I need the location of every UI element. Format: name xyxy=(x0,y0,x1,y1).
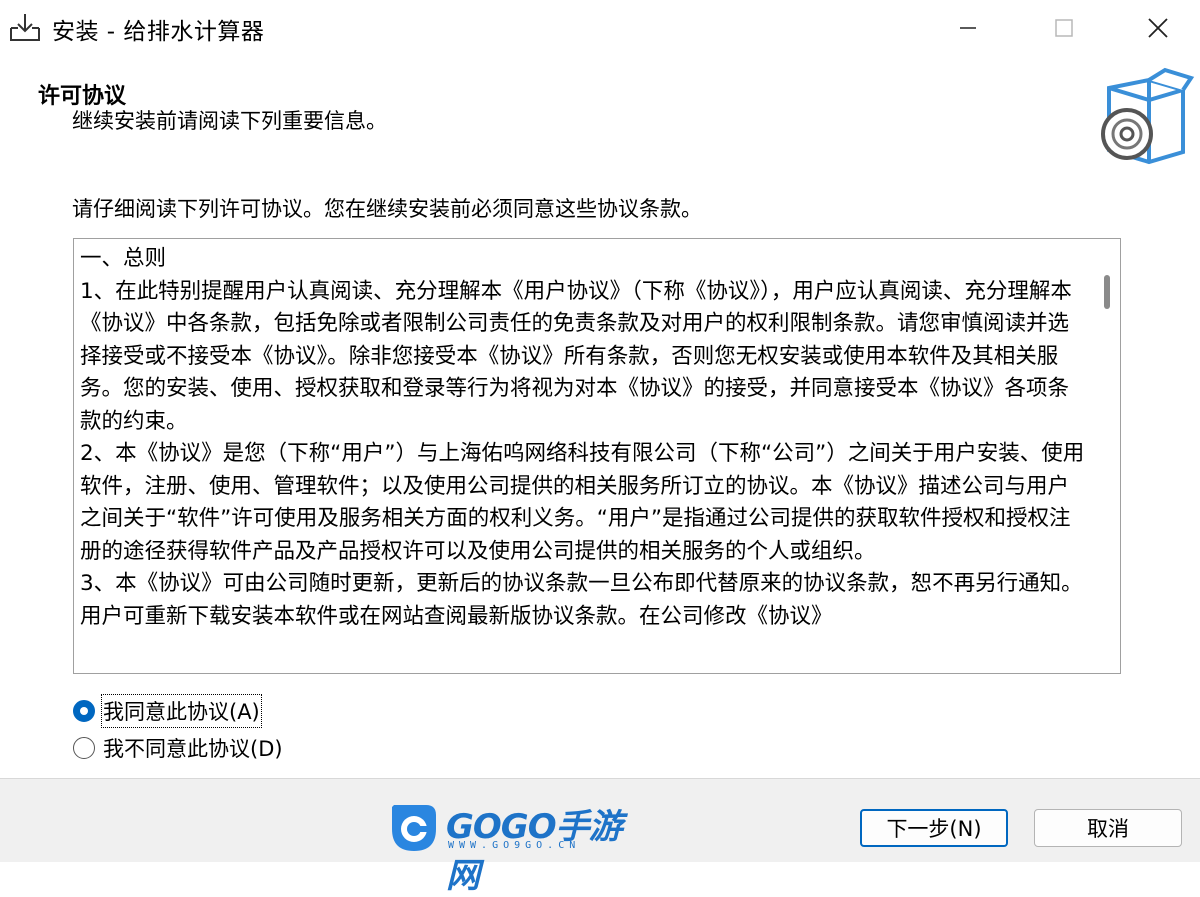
watermark-logo: GOGO手游网 WWW.GO9GO.CN xyxy=(386,799,626,896)
cancel-button[interactable]: 取消 xyxy=(1034,809,1182,847)
download-tray-icon xyxy=(10,14,40,41)
logo-url: WWW.GO9GO.CN xyxy=(448,840,581,851)
scrollbar-thumb[interactable] xyxy=(1104,275,1110,309)
setup-box-disc-icon xyxy=(1101,67,1195,165)
page-subheading: 继续安装前请阅读下列重要信息。 xyxy=(72,109,387,133)
maximize-icon xyxy=(1055,19,1073,37)
gogo-logo-icon xyxy=(392,805,436,851)
license-text: 一、总则 1、在此特别提醒用户认真阅读、充分理解本《用户协议》（下称《协议》），… xyxy=(80,246,1085,629)
decline-label[interactable]: 我不同意此协议(D) xyxy=(103,733,283,763)
license-textbox[interactable]: 一、总则 1、在此特别提醒用户认真阅读、充分理解本《用户协议》（下称《协议》），… xyxy=(73,238,1121,674)
vertical-scrollbar[interactable] xyxy=(1092,239,1120,673)
close-icon xyxy=(1148,18,1168,38)
maximize-button[interactable] xyxy=(1036,0,1092,56)
instruction-text: 请仔细阅读下列许可协议。您在继续安装前必须同意这些协议条款。 xyxy=(72,197,702,221)
close-button[interactable] xyxy=(1130,0,1186,56)
next-button[interactable]: 下一步(N) xyxy=(860,809,1008,847)
decline-radio[interactable] xyxy=(73,737,95,759)
minimize-button[interactable] xyxy=(940,0,996,56)
wizard-footer: GOGO手游网 WWW.GO9GO.CN 下一步(N) 取消 xyxy=(0,779,1200,896)
window-title: 安装 - 给排水计算器 xyxy=(52,19,265,45)
wizard-header: 许可协议 继续安装前请阅读下列重要信息。 xyxy=(0,58,1200,178)
accept-label[interactable]: 我同意此协议(A) xyxy=(101,694,262,728)
minimize-icon xyxy=(960,27,976,29)
accept-option[interactable]: 我同意此协议(A) xyxy=(73,694,262,728)
title-bar: 安装 - 给排水计算器 xyxy=(0,0,1200,58)
decline-option[interactable]: 我不同意此协议(D) xyxy=(73,733,283,763)
accept-radio[interactable] xyxy=(73,700,95,722)
